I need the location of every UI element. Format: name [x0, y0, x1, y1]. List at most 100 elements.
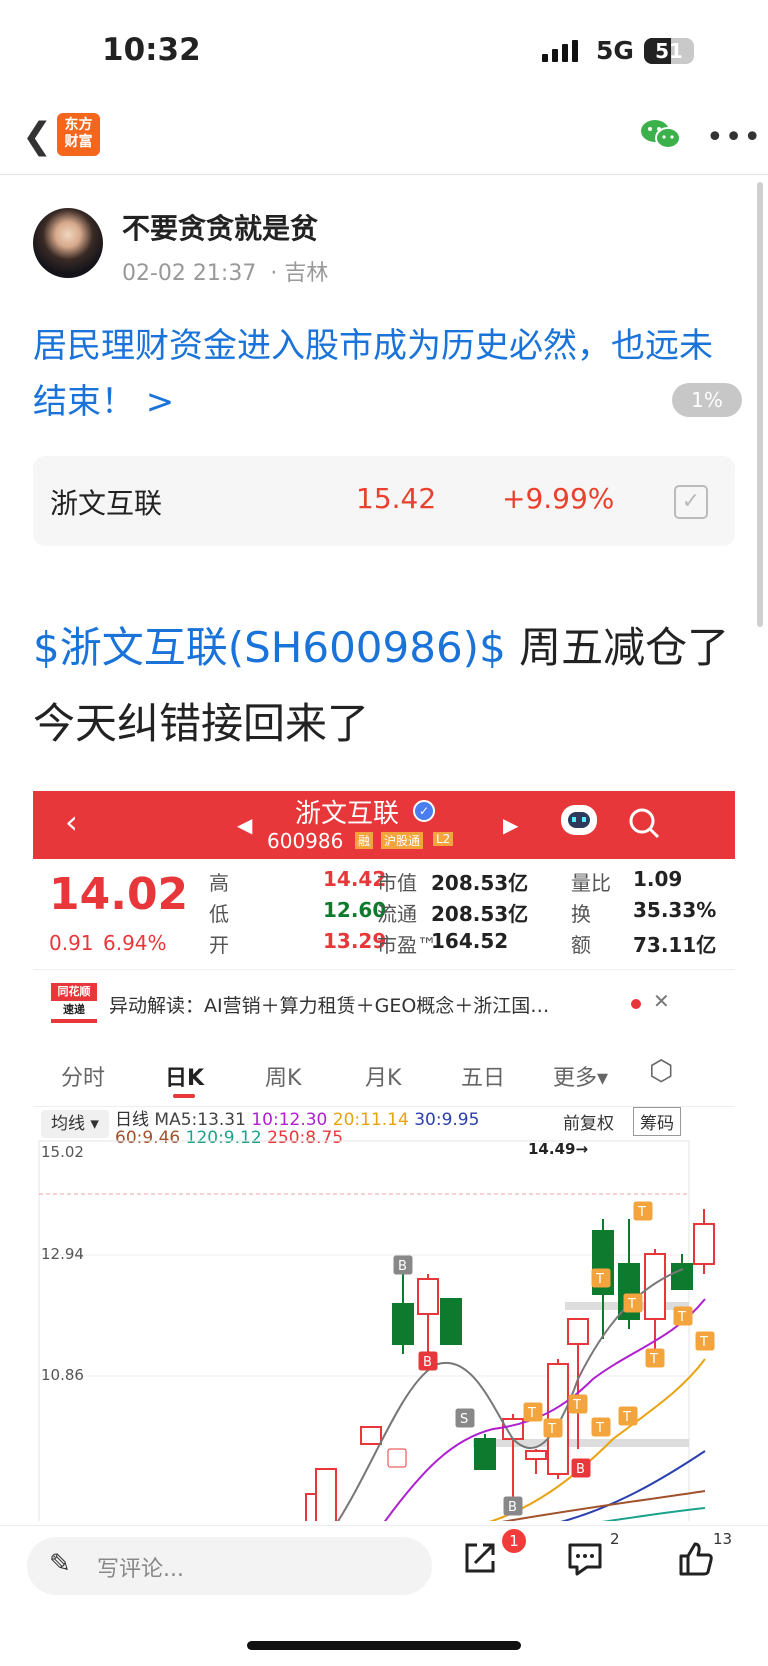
chart-tab[interactable]: 周K — [265, 1060, 301, 1092]
candle-body — [567, 1318, 589, 1345]
axis-label-low: 10.86 — [41, 1366, 84, 1384]
like-count: 13 — [713, 1530, 733, 1548]
quote-value: 35.33% — [633, 898, 717, 922]
last-price: 14.02 — [49, 869, 189, 920]
alert-strip[interactable]: 同花顺 速递 异动解读：AI营销＋算力租赁＋GEO概念＋浙江国… ✕ — [33, 977, 735, 1039]
chart-tab[interactable]: 日K — [165, 1060, 204, 1098]
trade-marker-label: B — [576, 1462, 585, 1477]
chart-tab[interactable]: 更多▾ — [553, 1060, 608, 1092]
trade-marker-label: B — [398, 1259, 407, 1274]
chip-distribution-button[interactable]: 筹码 — [633, 1107, 681, 1136]
more-menu-icon[interactable]: ••• — [706, 120, 762, 155]
comment-icon[interactable] — [567, 1541, 603, 1577]
battery-level: 51 — [655, 39, 683, 63]
quote-value: 73.11亿 — [633, 933, 717, 957]
embedded-stock-screenshot[interactable]: ‹ ◀ 浙文互联 ✓ 600986 融 沪股通 L2 ▶ 14.02 0.91 … — [33, 791, 735, 1521]
author-name[interactable]: 不要贪贪就是贫 — [122, 207, 318, 247]
quote-label: 高 — [209, 871, 229, 895]
add-watchlist-checkbox-icon[interactable]: ✓ — [674, 485, 708, 519]
comment-input[interactable]: ✎ 写评论... — [27, 1537, 432, 1595]
badge-hk-connect: 沪股通 — [381, 832, 424, 849]
like-icon[interactable] — [678, 1541, 714, 1577]
stock-app-back-icon: ‹ — [65, 803, 78, 841]
candle-body — [417, 1278, 439, 1315]
quote-label: 量比 — [571, 871, 611, 895]
adjust-label[interactable]: 前复权 — [563, 1109, 614, 1134]
trade-marker-label: T — [637, 1205, 646, 1220]
progress-badge: 1% — [672, 383, 742, 417]
chart-tab[interactable]: 五日 — [461, 1060, 505, 1092]
trade-marker — [387, 1448, 407, 1468]
candle-body — [644, 1253, 666, 1320]
close-icon[interactable]: ✕ — [653, 989, 670, 1013]
quote-label: 额 — [571, 933, 591, 957]
axis-label-mid: 12.94 — [41, 1245, 84, 1263]
stock-tag-link[interactable]: $浙文互联(SH600986)$ — [33, 623, 506, 672]
quote-label: 市值 — [377, 871, 417, 895]
home-indicator — [247, 1641, 521, 1650]
stock-card-name: 浙文互联 — [50, 487, 163, 520]
back-chevron-icon[interactable]: ❮ — [22, 116, 52, 157]
chart-tab[interactable]: 月K — [365, 1060, 401, 1092]
badge-l2: L2 — [433, 832, 454, 846]
candle-body — [525, 1450, 547, 1460]
ma-legend-row1: 日线 MA5:13.31 10:12.30 20:11.14 30:9.95 — [115, 1110, 480, 1130]
trade-marker-label: B — [423, 1355, 432, 1370]
stock-app-header: ‹ ◀ 浙文互联 ✓ 600986 融 沪股通 L2 ▶ — [33, 791, 735, 859]
battery-icon: 51 — [644, 38, 694, 64]
candle-body — [392, 1303, 414, 1345]
trade-marker-label: T — [595, 1272, 604, 1287]
alert-text: 异动解读：AI营销＋算力租赁＋GEO概念＋浙江国… — [109, 995, 550, 1017]
verified-icon: ✓ — [413, 800, 435, 822]
chart-tab[interactable]: 分时 — [61, 1060, 105, 1092]
price-change-pct: 6.94% — [103, 931, 167, 955]
candle-body — [440, 1298, 462, 1345]
share-icon[interactable] — [463, 1541, 497, 1575]
trade-marker-label: T — [595, 1421, 604, 1436]
post-meta: 02-02 21:37 · 吉林 — [122, 261, 329, 286]
share-badge: 1 — [502, 1529, 526, 1553]
quote-value: 208.53亿 — [431, 871, 529, 895]
wechat-share-icon[interactable] — [640, 118, 682, 150]
candle-body — [671, 1263, 693, 1290]
candle-body — [693, 1223, 715, 1265]
quote-label: 流通 — [377, 902, 417, 926]
quote-value: 164.52 — [431, 929, 509, 953]
stock-app-code: 600986 — [267, 829, 344, 853]
next-stock-arrow-icon: ▶ — [503, 813, 519, 837]
trade-marker-label: T — [527, 1406, 536, 1421]
quote-value: 208.53亿 — [431, 902, 529, 926]
high-price-marker: 14.49→ — [528, 1140, 588, 1158]
status-time: 10:32 — [102, 32, 201, 68]
trade-marker-label: S — [460, 1412, 468, 1427]
quote-label: 市盈™ — [377, 933, 437, 957]
trade-marker-label: B — [508, 1500, 517, 1515]
pencil-icon: ✎ — [49, 1549, 71, 1579]
badge-margin: 融 — [355, 832, 374, 849]
stock-card-price: 15.42 — [356, 482, 437, 515]
axis-label-top: 15.02 — [41, 1143, 84, 1161]
trade-marker-label: T — [649, 1352, 658, 1367]
network-label: 5G — [596, 36, 634, 65]
robot-assistant-icon — [561, 805, 597, 835]
candle-body — [360, 1426, 382, 1445]
kline-chart[interactable]: 15.02 12.94 10.86 14.49→ BBSBTTTTTTTTTTT… — [33, 1139, 735, 1521]
trade-marker-label: T — [627, 1297, 636, 1312]
moving-average-line — [383, 1298, 706, 1521]
stock-card-change: +9.99% — [502, 482, 615, 515]
quote-value: 1.09 — [633, 867, 683, 891]
quote-label: 低 — [209, 902, 229, 926]
topic-link[interactable]: 居民理财资金进入股市成为历史必然，也远未结束！ > — [33, 318, 738, 430]
candle-body — [315, 1468, 337, 1521]
quote-label: 换 — [571, 902, 591, 926]
trade-marker-label: T — [547, 1422, 556, 1437]
chart-settings-icon[interactable]: ⬡ — [649, 1054, 673, 1087]
alert-logo: 同花顺 速递 — [51, 983, 97, 1023]
trade-marker-label: T — [699, 1335, 708, 1350]
post-body: $浙文互联(SH600986)$ 周五减仓了 今天纠错接回来了 — [33, 610, 738, 762]
indicator-dropdown[interactable]: 均线 ▾ — [41, 1110, 109, 1138]
page-scrollbar[interactable] — [757, 182, 763, 627]
author-avatar[interactable] — [33, 208, 103, 278]
prev-stock-arrow-icon: ◀ — [237, 813, 253, 837]
chart-tabs: 分时 日K 周K 月K 五日 更多▾ ⬡ — [33, 1044, 735, 1107]
